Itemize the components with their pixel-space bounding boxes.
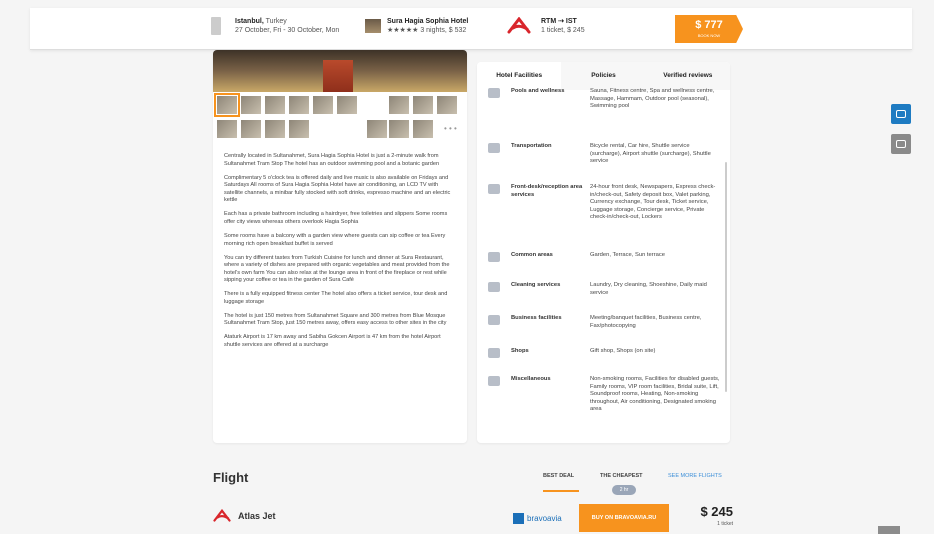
destination-country: Turkey	[263, 18, 287, 25]
provider-icon	[513, 513, 524, 524]
flight-detail: 1 ticket, $ 245	[541, 27, 585, 34]
facilities-scrollbar[interactable]	[725, 162, 727, 392]
info-tabs: Hotel Facilities Policies Verified revie…	[477, 62, 730, 90]
description-paragraph: You can try different tastes from Turkis…	[224, 254, 450, 284]
destination-summary: Istanbul, Turkey 27 October, Fri - 30 Oc…	[211, 17, 339, 35]
briefcase-icon	[488, 315, 500, 325]
destination-city: Istanbul,	[235, 18, 264, 25]
hotel-main-photo[interactable]	[213, 50, 467, 92]
hotel-summary[interactable]: Sura Hagia Sophia Hotel ★★★★★ 3 nights, …	[365, 17, 468, 35]
facility-value: Non-smoking rooms, Facilities for disabl…	[590, 376, 720, 413]
more-photos-button[interactable]: • • •	[444, 124, 457, 133]
destination-thumbnail	[211, 17, 221, 35]
hotel-description: Centrally located in Sultanahmet, Sura H…	[224, 153, 456, 356]
misc-icon	[488, 376, 500, 386]
photo-thumbnail[interactable]	[336, 95, 358, 115]
scroll-top-button[interactable]	[878, 526, 900, 534]
facility-value: Sauna, Fitness centre, Spa and wellness …	[590, 88, 715, 110]
airline-name: Atlas Jet	[238, 511, 276, 521]
trip-summary-bar: Istanbul, Turkey 27 October, Fri - 30 Oc…	[30, 8, 912, 50]
sofa-icon	[488, 252, 500, 262]
active-sort-indicator	[543, 490, 579, 492]
facility-name: Pools and wellness	[511, 88, 565, 94]
trip-dates: 27 October, Fri - 30 October, Mon	[235, 27, 340, 34]
spray-icon	[488, 282, 500, 292]
description-paragraph: The hotel is just 150 metres from Sultan…	[224, 312, 447, 327]
flight-route: RTM ⇢ IST	[541, 18, 577, 25]
tab-hotel-facilities[interactable]: Hotel Facilities	[477, 62, 562, 90]
bus-icon	[488, 143, 500, 153]
description-paragraph: There is a fully equipped fitness center…	[224, 291, 448, 305]
sort-cheapest[interactable]: THE CHEAPEST	[600, 473, 642, 479]
hotel-info-card: Hotel Facilities Policies Verified revie…	[477, 62, 730, 443]
photo-thumbnail[interactable]	[412, 119, 434, 139]
help-icon	[896, 140, 906, 148]
description-paragraph: Ataturk Airport is 17 km away and Sabiha…	[224, 334, 441, 349]
bellhop-icon	[488, 184, 500, 194]
photo-thumbnail[interactable]	[288, 95, 310, 115]
airline-logo-icon	[213, 509, 231, 522]
facility-value: Laundry, Dry cleaning, Shoeshine, Daily …	[590, 282, 707, 296]
description-paragraph: Centrally located in Sultanahmet, Sura H…	[224, 153, 440, 167]
chat-button[interactable]	[891, 104, 911, 124]
hotel-thumbnail	[365, 19, 381, 33]
book-now-label: BOOK NOW	[697, 33, 721, 38]
description-paragraph: Some rooms have a balcony with a garden …	[224, 232, 446, 247]
facility-value: Gift shop, Shops (on site)	[590, 348, 656, 354]
photo-thumbnail[interactable]	[240, 95, 262, 115]
photo-thumbnail[interactable]	[388, 95, 410, 115]
photo-thumbnail[interactable]	[436, 95, 458, 115]
provider-logo: bravoavia	[513, 513, 562, 524]
flight-offer-row: Atlas Jet bravoavia BUY ON BRAVOAVIA.RU …	[213, 502, 733, 534]
hotel-description-card: • • • Centrally located in Sultanahmet, …	[213, 50, 467, 443]
provider-name: bravoavia	[527, 514, 562, 523]
photo-thumbnail[interactable]	[312, 95, 334, 115]
chat-icon	[896, 110, 906, 118]
book-now-button[interactable]: $ 777 BOOK NOW	[675, 15, 743, 43]
description-paragraph: Each has a private bathroom including a …	[224, 211, 448, 225]
tab-policies[interactable]: Policies	[561, 62, 646, 90]
help-button[interactable]	[891, 134, 911, 154]
facility-value: Meeting/banquet facilities, Business cen…	[590, 315, 702, 329]
facility-value: 24-hour front desk, Newspapers, Express …	[590, 184, 716, 221]
buy-flight-button[interactable]: BUY ON BRAVOAVIA.RU	[579, 504, 669, 532]
see-more-flights-link[interactable]: SEE MORE FLIGHTS	[668, 473, 722, 479]
flight-summary[interactable]: RTM ⇢ IST 1 ticket, $ 245	[507, 17, 585, 35]
description-paragraph: Complimentary 5 o'clock tea is offered d…	[224, 174, 451, 204]
facility-name: Miscellaneous	[511, 376, 551, 382]
pool-icon	[488, 88, 500, 98]
hotel-name: Sura Hagia Sophia Hotel	[387, 18, 469, 25]
facility-name: Transportation	[511, 143, 552, 149]
facility-name: Shops	[511, 348, 529, 354]
photo-thumbnail[interactable]	[366, 119, 388, 139]
photo-thumbnail[interactable]	[264, 119, 286, 139]
photo-thumbnail[interactable]	[214, 93, 240, 117]
duration-badge: 2 hr	[612, 485, 636, 495]
hotel-detail: ★★★★★ 3 nights, $ 532	[387, 27, 467, 34]
photo-thumbnail[interactable]	[240, 119, 262, 139]
facility-name: Common areas	[511, 252, 553, 258]
photo-thumbnail[interactable]	[388, 119, 410, 139]
facility-name: Front-desk/reception area services	[511, 184, 583, 198]
shop-icon	[488, 348, 500, 358]
photo-thumbnail[interactable]	[264, 95, 286, 115]
photo-thumbnail[interactable]	[412, 95, 434, 115]
total-price: $ 777	[695, 19, 723, 31]
airline-logo-icon	[507, 17, 531, 34]
facility-name: Cleaning services	[511, 282, 561, 288]
facility-value: Bicycle rental, Car hire, Shuttle servic…	[590, 143, 711, 165]
flight-section-title: Flight	[213, 470, 249, 485]
sort-best-deal[interactable]: BEST DEAL	[543, 473, 574, 479]
photo-thumbnail[interactable]	[216, 119, 238, 139]
tab-verified-reviews[interactable]: Verified reviews	[645, 62, 730, 90]
flight-price-note: 1 ticket	[717, 521, 733, 527]
facility-name: Business facilities	[511, 315, 562, 321]
flight-price: $ 245	[700, 504, 733, 519]
facility-value: Garden, Terrace, Sun terrace	[590, 252, 665, 258]
photo-thumbnail[interactable]	[288, 119, 310, 139]
